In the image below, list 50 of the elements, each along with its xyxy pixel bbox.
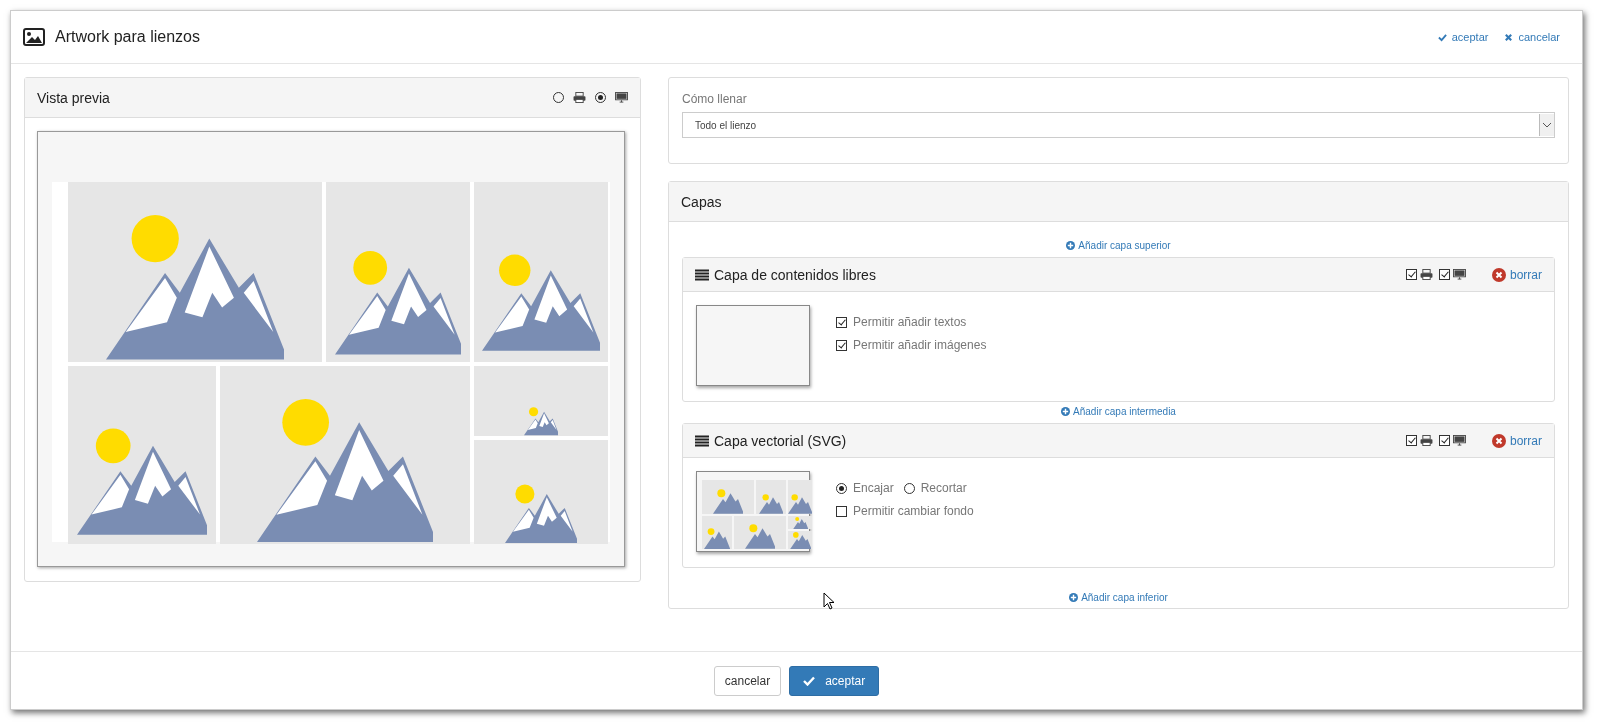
monitor-icon xyxy=(1453,269,1466,280)
checkbox-label: Permitir añadir imágenes xyxy=(853,338,987,352)
field-label: Cómo llenar xyxy=(682,92,748,106)
checkbox[interactable] xyxy=(1439,435,1450,446)
cancel-button[interactable]: cancelar xyxy=(713,665,782,696)
sun-mountains-icon xyxy=(257,398,433,544)
sun-mountains-icon xyxy=(505,484,577,544)
printer-icon xyxy=(1420,435,1433,446)
monitor-icon xyxy=(1453,435,1466,446)
printer-icon xyxy=(1420,269,1433,280)
checkbox-label: Permitir cambiar fondo xyxy=(853,504,974,518)
sun-mountains-icon xyxy=(523,407,559,436)
check-icon xyxy=(1437,32,1447,42)
delete-icon xyxy=(1492,267,1506,282)
layer-title: Capa vectorial (SVG) xyxy=(714,432,847,449)
plus-circle-icon xyxy=(1061,406,1071,416)
delete-icon xyxy=(1492,433,1506,448)
cancel-link[interactable]: cancelar xyxy=(1504,31,1560,43)
add-layer-link[interactable]: Añadir capa superior xyxy=(1066,238,1171,252)
plus-circle-icon xyxy=(1066,240,1076,250)
printer-icon xyxy=(573,92,586,103)
delete-link[interactable]: borrar xyxy=(1492,267,1542,282)
sun-mountains-icon xyxy=(106,214,284,362)
delete-link[interactable]: borrar xyxy=(1492,433,1542,448)
check-icon xyxy=(803,675,816,686)
dialog-title: Artwork para lienzos xyxy=(55,28,200,46)
checkbox[interactable] xyxy=(836,339,847,351)
add-layer-link[interactable]: Añadir capa inferior xyxy=(1069,590,1168,604)
close-icon xyxy=(1504,32,1514,42)
caret-icon xyxy=(1539,114,1554,136)
checkbox[interactable] xyxy=(836,316,847,328)
add-layer-link[interactable]: Añadir capa intermedia xyxy=(1061,404,1176,418)
checkbox[interactable] xyxy=(1406,269,1417,280)
checkbox[interactable] xyxy=(1439,269,1450,280)
layer-title: Capa de contenidos libres xyxy=(714,266,876,283)
panel-title: Capas xyxy=(681,193,722,210)
accept-button[interactable]: aceptar xyxy=(789,665,880,696)
checkbox[interactable] xyxy=(836,505,847,517)
radio-label: Recortar xyxy=(920,481,967,495)
fill-select[interactable]: Todo el lienzo xyxy=(682,112,1555,138)
panel-title: Vista previa xyxy=(37,89,110,106)
menu-icon[interactable] xyxy=(695,268,709,281)
accept-link[interactable]: aceptar xyxy=(1437,31,1489,43)
checkbox[interactable] xyxy=(1406,435,1417,446)
picture-icon xyxy=(23,28,45,46)
monitor-icon xyxy=(615,92,628,103)
plus-circle-icon xyxy=(1069,592,1079,602)
checkbox-label: Permitir añadir textos xyxy=(853,315,967,329)
radio-label: Encajar xyxy=(853,481,894,495)
menu-icon[interactable] xyxy=(695,434,709,447)
